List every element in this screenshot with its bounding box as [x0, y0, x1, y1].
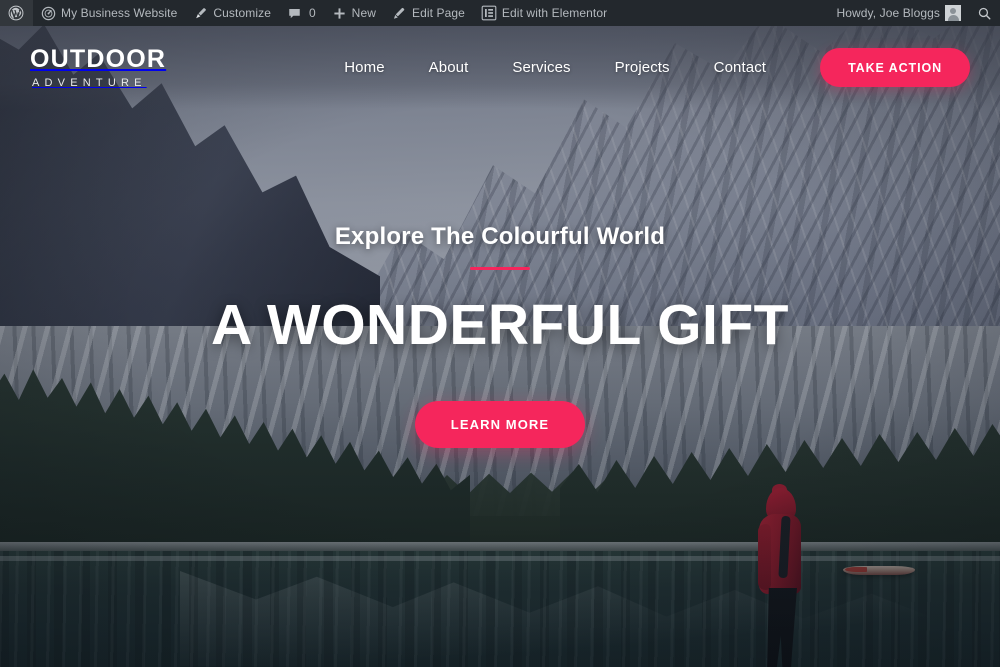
admin-bar-search-button[interactable] — [969, 0, 1000, 26]
edit-with-elementor-menu[interactable]: Edit with Elementor — [473, 0, 615, 26]
howdy-label: Howdy, Joe Bloggs — [836, 6, 940, 20]
edit-page-menu[interactable]: Edit Page — [384, 0, 473, 26]
wp-admin-bar: My Business Website Customize 0 New Edit… — [0, 0, 1000, 26]
site-header: OUTDOOR ADVENTURE Home About Services Pr… — [0, 26, 1000, 109]
new-label: New — [351, 6, 376, 20]
site-name-menu[interactable]: My Business Website — [33, 0, 185, 26]
hero-subtitle: Explore The Colourful World — [334, 222, 666, 250]
dashboard-speedometer-icon — [41, 6, 56, 21]
paintbrush-icon — [193, 6, 208, 21]
elementor-icon — [481, 5, 497, 21]
logo-primary-text: OUTDOOR — [30, 44, 167, 73]
search-icon — [977, 6, 992, 21]
nav-item-services[interactable]: Services — [490, 59, 592, 76]
site-logo[interactable]: OUTDOOR ADVENTURE — [30, 44, 167, 89]
comment-bubble-icon — [287, 6, 302, 21]
edit-with-elementor-label: Edit with Elementor — [501, 6, 608, 20]
hero-divider — [470, 266, 530, 270]
nav-item-home[interactable]: Home — [322, 59, 406, 76]
avatar-icon — [945, 5, 961, 21]
customize-label: Customize — [213, 6, 271, 20]
site-name-label: My Business Website — [61, 6, 178, 20]
hero-title: A WONDERFUL GIFT — [211, 292, 789, 357]
logo-secondary-text: ADVENTURE — [32, 76, 147, 89]
wordpress-logo-icon — [8, 5, 24, 21]
wordpress-logo-menu[interactable] — [0, 0, 33, 26]
learn-more-button[interactable]: LEARN MORE — [414, 401, 586, 449]
edit-page-label: Edit Page — [411, 6, 465, 20]
hero-content: Explore The Colourful World A WONDERFUL … — [0, 26, 1000, 667]
primary-navigation: Home About Services Projects Contact TAK… — [322, 48, 970, 87]
my-account-menu[interactable]: Howdy, Joe Bloggs — [828, 0, 969, 26]
nav-item-projects[interactable]: Projects — [593, 59, 692, 76]
admin-bar-right-group: Howdy, Joe Bloggs — [828, 0, 1000, 26]
new-content-menu[interactable]: New — [324, 0, 384, 26]
nav-item-about[interactable]: About — [407, 59, 491, 76]
comment-count: 0 — [308, 6, 316, 20]
customize-menu[interactable]: Customize — [185, 0, 279, 26]
admin-bar-left-group: My Business Website Customize 0 New Edit… — [0, 0, 615, 26]
take-action-button[interactable]: TAKE ACTION — [820, 48, 970, 87]
comments-menu[interactable]: 0 — [279, 0, 324, 26]
plus-icon — [332, 6, 347, 21]
hero-section: OUTDOOR ADVENTURE Home About Services Pr… — [0, 26, 1000, 667]
pencil-icon — [392, 6, 407, 21]
nav-item-contact[interactable]: Contact — [692, 59, 788, 76]
